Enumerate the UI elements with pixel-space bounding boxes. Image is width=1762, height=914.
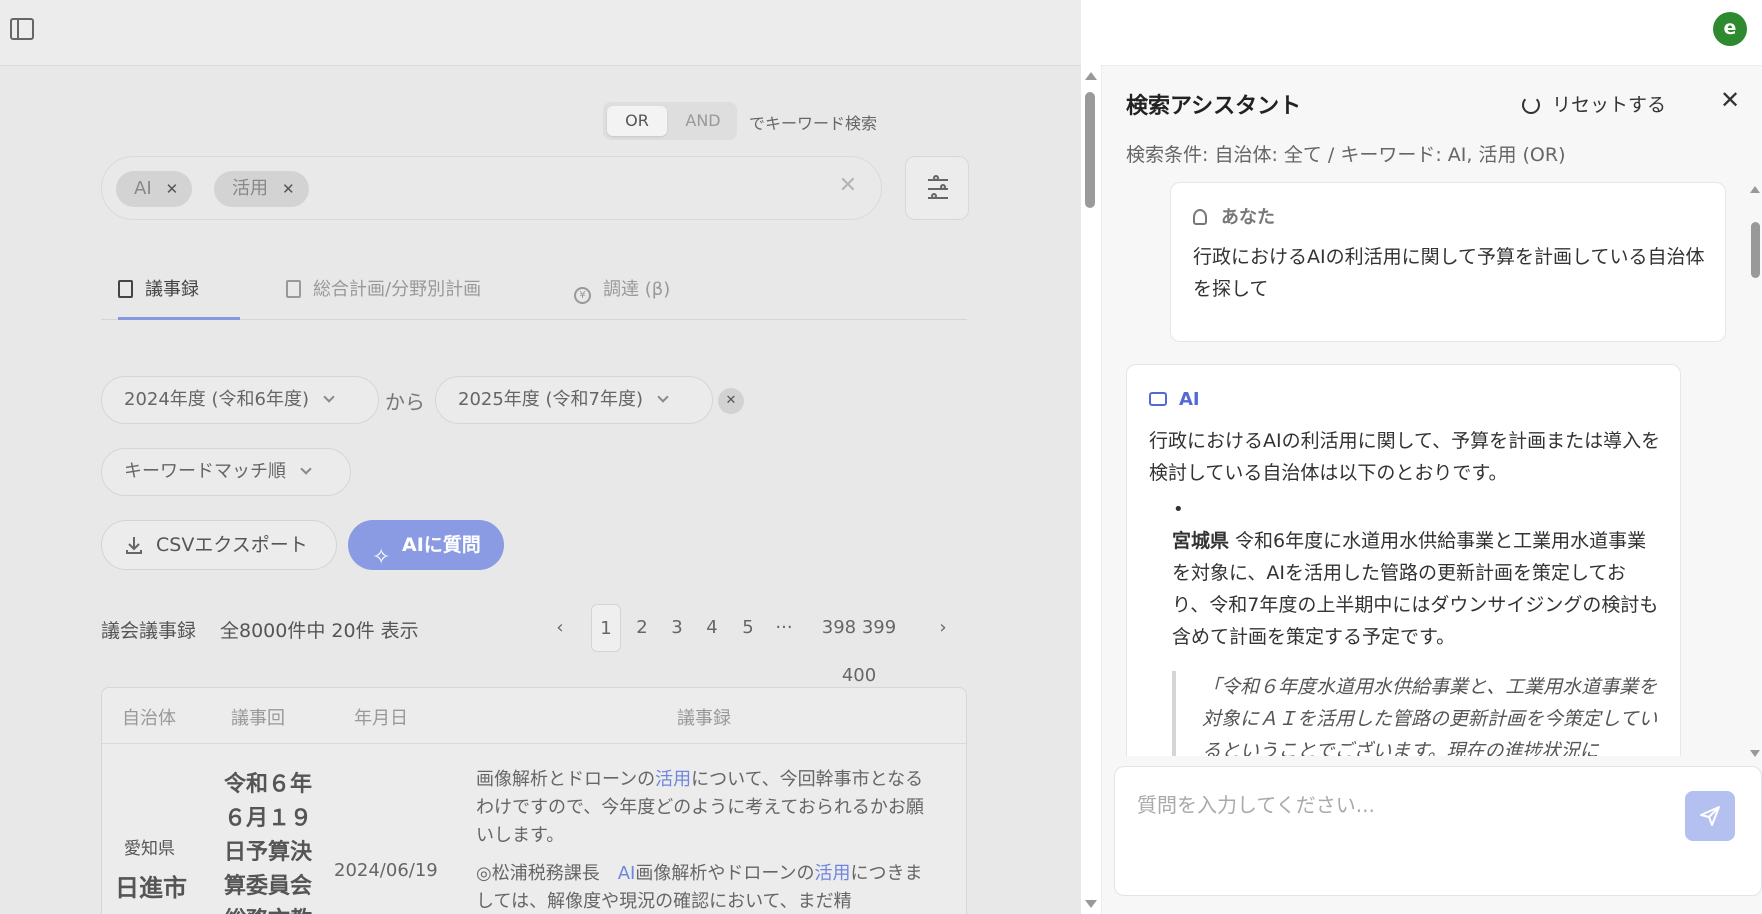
page-ellipsis: ··· [775,617,793,638]
year-to-select[interactable]: 2025年度 (令和7年度) [435,376,713,424]
send-icon [1700,806,1720,826]
edit-icon [286,280,301,298]
col-session: 議事回 [231,708,285,729]
range-separator: から [385,390,425,414]
keyword-chip-label: AI [134,178,152,199]
user-message: あなた 行政におけるAIの利活用に関して予算を計画している自治体を探して [1170,182,1726,342]
chat-log[interactable]: あなた 行政におけるAIの利活用に関して予算を計画している自治体を探して AI … [1102,180,1762,756]
ai-message: AI 行政におけるAIの利活用に関して、予算を計画または導入を検討している自治体… [1126,364,1681,756]
page-3[interactable]: 3 [665,604,689,652]
keyword-highlight: AI [617,863,636,884]
close-icon[interactable]: ✕ [1720,86,1740,114]
last-pages[interactable]: 398 399 400 [803,604,915,686]
col-municipality: 自治体 [122,708,176,729]
page-5[interactable]: 5 [736,604,760,652]
keyword-search-box[interactable]: AI ✕ 活用 ✕ ✕ [101,156,882,220]
keyword-highlight: 活用 [655,769,692,790]
mode-and-option[interactable]: AND [673,106,733,136]
scroll-down-icon[interactable] [1085,900,1097,908]
chevron-down-icon [300,463,312,475]
mode-or-option[interactable]: OR [607,106,667,136]
row-city: 日進市 [115,874,187,902]
ai-label: AI [1149,389,1200,410]
tab-minutes[interactable]: 議事録 [118,272,240,320]
quote-block: 「令和６年度水道用水供給事業と、工業用水道事業を対象にＡＩを活用した管路の更新計… [1172,671,1662,756]
user-message-text: 行政におけるAIの利活用に関して予算を計画している自治体を探して [1193,246,1705,300]
yen-coin-icon: ¥ [574,287,591,304]
remove-keyword-icon[interactable]: ✕ [282,180,295,198]
list-item: 宮城県 令和6年度に水道用水供給事業と工業用水道事業を対象に、AIを活用した管路… [1172,530,1659,648]
list-bullet: • [1173,499,1184,520]
row-prefecture: 愛知県 [124,839,175,859]
sort-select[interactable]: キーワードマッチ順 [101,448,351,496]
keyword-chip-label: 活用 [232,178,268,199]
clear-keywords-icon[interactable]: ✕ [839,173,857,198]
search-conditions: 検索条件: 自治体: 全て / キーワード: AI, 活用 (OR) [1126,144,1566,166]
top-bar [0,0,1081,66]
scroll-up-icon[interactable] [1085,72,1097,80]
scroll-down-icon[interactable] [1750,750,1760,757]
ask-ai-button[interactable]: ✧ AIに質問 [348,520,504,570]
page-4[interactable]: 4 [700,604,724,652]
col-date: 年月日 [354,708,408,729]
tab-bar: 議事録 総合計画/分野別計画 ¥ 調達 (β) [101,272,967,320]
question-input[interactable] [1115,767,1675,895]
main-area: OR AND でキーワード検索 AI ✕ 活用 ✕ ✕ 議事録 総合計画/分野別… [0,0,1081,914]
page-1[interactable]: 1 [591,604,621,652]
keyword-highlight: 活用 [814,863,851,884]
year-from-select[interactable]: 2024年度 (令和6年度) [101,376,379,424]
clear-range-icon[interactable]: ✕ [718,388,744,414]
results-count: 全8000件中 20件 表示 [220,620,419,642]
user-label: あなた [1193,203,1275,229]
col-minutes: 議事録 [677,708,731,729]
chevron-down-icon [657,391,669,403]
keyword-chip[interactable]: 活用 ✕ [214,171,309,207]
page-2[interactable]: 2 [630,604,654,652]
reset-icon [1522,96,1540,114]
sparkle-icon: ✧ [372,545,391,570]
send-button[interactable] [1685,791,1735,841]
chat-scrollbar[interactable] [1748,180,1762,760]
csv-export-button[interactable]: CSVエクスポート [101,520,337,570]
keyword-chip[interactable]: AI ✕ [116,171,193,207]
search-assistant-panel: 検索アシスタント リセットする ✕ 検索条件: 自治体: 全て / キーワード:… [1101,66,1762,914]
filter-settings-button[interactable] [905,156,969,220]
panel-title: 検索アシスタント [1126,94,1302,119]
table-header: 自治体 議事回 年月日 議事録 [102,688,966,744]
sidebar-toggle-icon[interactable] [10,18,34,40]
scroll-thumb[interactable] [1751,222,1760,278]
tab-plans[interactable]: 総合計画/分野別計画 [286,272,481,320]
download-icon [126,537,142,554]
results-label: 議会議事録 [101,620,197,642]
reset-button[interactable]: リセットする [1522,90,1666,117]
robot-icon [1149,392,1167,406]
chevron-down-icon [323,391,335,403]
mode-hint: でキーワード検索 [749,114,878,133]
prev-page-icon[interactable]: ‹ [550,604,570,652]
assistant-area: e 検索アシスタント リセットする ✕ 検索条件: 自治体: 全て / キーワー… [1101,0,1762,914]
next-page-icon[interactable]: › [933,604,953,652]
tab-procurement[interactable]: ¥ 調達 (β) [574,272,670,320]
scroll-up-icon[interactable] [1750,186,1760,193]
scroll-thumb[interactable] [1085,92,1095,208]
row-session: 令和６年６月１９日予算決算委員会総務文教 [223,772,312,914]
row-date: 2024/06/19 [334,860,438,881]
row-minutes: 画像解析とドローンの活用について、今回幹事市となるわけですので、今年度どのように… [476,769,924,912]
person-icon [1193,209,1207,225]
avatar[interactable]: e [1713,12,1747,46]
main-scrollbar[interactable] [1081,66,1101,914]
message-composer [1114,766,1762,896]
ai-intro-text: 行政におけるAIの利活用に関して、予算を計画または導入を検討している自治体は以下… [1149,430,1661,484]
document-icon [118,280,133,298]
results-table: 自治体 議事回 年月日 議事録 愛知県 日進市 令和６年６月１９日予算決算委員会… [101,687,967,914]
assistant-top-bar: e [1101,0,1762,66]
search-mode-toggle[interactable]: OR AND [603,102,737,140]
remove-keyword-icon[interactable]: ✕ [166,180,179,198]
